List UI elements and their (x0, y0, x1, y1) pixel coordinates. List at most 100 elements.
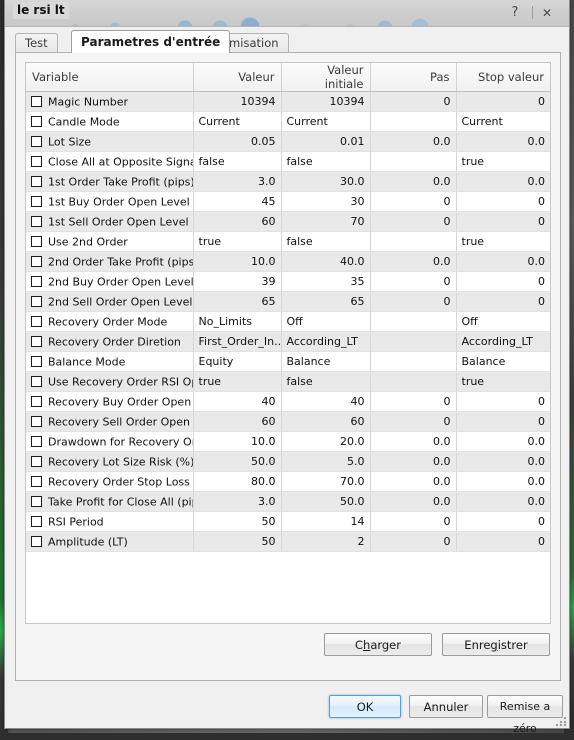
cell-pas[interactable] (370, 152, 456, 172)
cell-valeur[interactable]: 10394 (193, 92, 281, 112)
cell-pas[interactable]: 0 (370, 92, 456, 112)
cell-valeur-initiale[interactable]: false (281, 152, 370, 172)
row-checkbox[interactable] (31, 116, 42, 127)
cell-stop-valeur[interactable]: true (456, 152, 550, 172)
cell-pas[interactable] (370, 352, 456, 372)
cell-valeur[interactable]: true (193, 232, 281, 252)
cell-valeur[interactable]: false (193, 152, 281, 172)
cell-valeur[interactable]: 60 (193, 412, 281, 432)
cell-valeur-initiale[interactable]: 30.0 (281, 172, 370, 192)
table-row[interactable]: Close All at Opposite Signal ...falsefal… (26, 152, 550, 172)
cell-valeur-initiale[interactable]: Off (281, 312, 370, 332)
cell-pas[interactable]: 0 (370, 212, 456, 232)
window-titlebar[interactable]: le rsi lt ? ✕ (5, 0, 569, 27)
cell-valeur-initiale[interactable]: 70 (281, 212, 370, 232)
table-row[interactable]: 2nd Order Take Profit (pips)10.040.00.00… (26, 252, 550, 272)
row-checkbox[interactable] (31, 376, 42, 387)
cell-stop-valeur[interactable]: 0 (456, 412, 550, 432)
cell-stop-valeur[interactable]: Current (456, 112, 550, 132)
column-header-valeur-initiale[interactable]: Valeur initiale (281, 63, 370, 92)
cell-valeur[interactable]: 50 (193, 512, 281, 532)
cell-valeur[interactable]: 3.0 (193, 492, 281, 512)
cell-stop-valeur[interactable]: 0 (456, 512, 550, 532)
cell-valeur-initiale[interactable]: 10394 (281, 92, 370, 112)
row-checkbox[interactable] (31, 236, 42, 247)
cell-stop-valeur[interactable]: true (456, 232, 550, 252)
cell-valeur[interactable]: 0.05 (193, 132, 281, 152)
cell-pas[interactable]: 0 (370, 392, 456, 412)
cell-pas[interactable]: 0.0 (370, 172, 456, 192)
table-row[interactable]: Lot Size0.050.010.00.0 (26, 132, 550, 152)
row-checkbox[interactable] (31, 516, 42, 527)
cell-valeur[interactable]: 3.0 (193, 172, 281, 192)
cell-valeur[interactable]: First_Order_In... (193, 332, 281, 352)
cell-valeur-initiale[interactable]: 30 (281, 192, 370, 212)
table-row[interactable]: Use 2nd Ordertruefalsetrue (26, 232, 550, 252)
row-checkbox[interactable] (31, 436, 42, 447)
cell-pas[interactable]: 0 (370, 192, 456, 212)
row-checkbox[interactable] (31, 96, 42, 107)
table-row[interactable]: 1st Sell Order Open Level607000 (26, 212, 550, 232)
cell-pas[interactable] (370, 112, 456, 132)
cell-valeur-initiale[interactable]: 5.0 (281, 452, 370, 472)
cell-stop-valeur[interactable]: 0 (456, 392, 550, 412)
row-checkbox[interactable] (31, 256, 42, 267)
cell-stop-valeur[interactable]: 0 (456, 92, 550, 112)
cell-valeur-initiale[interactable]: 40 (281, 392, 370, 412)
table-row[interactable]: 1st Order Take Profit (pips)3.030.00.00.… (26, 172, 550, 192)
cell-stop-valeur[interactable]: 0.0 (456, 452, 550, 472)
table-row[interactable]: 2nd Sell Order Open Level656500 (26, 292, 550, 312)
row-checkbox[interactable] (31, 396, 42, 407)
cell-pas[interactable] (370, 312, 456, 332)
table-row[interactable]: Recovery Order ModeNo_LimitsOffOff (26, 312, 550, 332)
ok-button[interactable]: OK (329, 695, 401, 718)
cell-stop-valeur[interactable]: According_LT (456, 332, 550, 352)
cell-valeur[interactable]: Equity (193, 352, 281, 372)
table-row[interactable]: Recovery Buy Order Open L...404000 (26, 392, 550, 412)
cell-pas[interactable]: 0.0 (370, 132, 456, 152)
table-row[interactable]: Take Profit for Close All (pips)3.050.00… (26, 492, 550, 512)
cell-pas[interactable]: 0.0 (370, 492, 456, 512)
cell-valeur[interactable]: true (193, 372, 281, 392)
inputs-grid[interactable]: Variable Valeur Valeur initiale Pas Stop… (25, 62, 551, 624)
cell-stop-valeur[interactable]: Balance (456, 352, 550, 372)
row-checkbox[interactable] (31, 496, 42, 507)
cell-valeur[interactable]: 65 (193, 292, 281, 312)
cell-pas[interactable]: 0 (370, 272, 456, 292)
charger-button[interactable]: Charger (324, 633, 432, 656)
cell-stop-valeur[interactable]: 0.0 (456, 172, 550, 192)
reset-button[interactable]: Remise a zéro (487, 695, 563, 718)
table-row[interactable]: Balance ModeEquityBalanceBalance (26, 352, 550, 372)
column-header-valeur[interactable]: Valeur (193, 63, 281, 92)
help-question-icon[interactable]: ? (505, 4, 525, 22)
table-row[interactable]: Recovery Order DiretionFirst_Order_In...… (26, 332, 550, 352)
cell-pas[interactable]: 0.0 (370, 432, 456, 452)
cell-pas[interactable]: 0 (370, 532, 456, 552)
table-row[interactable]: Drawdown for Recovery Ord...10.020.00.00… (26, 432, 550, 452)
column-header-variable[interactable]: Variable (26, 63, 193, 92)
row-checkbox[interactable] (31, 536, 42, 547)
cell-valeur-initiale[interactable]: 2 (281, 532, 370, 552)
row-checkbox[interactable] (31, 156, 42, 167)
cell-pas[interactable]: 0.0 (370, 452, 456, 472)
cell-stop-valeur[interactable]: 0.0 (456, 132, 550, 152)
cell-valeur-initiale[interactable]: 40.0 (281, 252, 370, 272)
column-header-pas[interactable]: Pas (370, 63, 456, 92)
cell-stop-valeur[interactable]: 0 (456, 212, 550, 232)
cell-valeur-initiale[interactable]: 35 (281, 272, 370, 292)
row-checkbox[interactable] (31, 216, 42, 227)
cell-pas[interactable] (370, 332, 456, 352)
row-checkbox[interactable] (31, 476, 42, 487)
cell-valeur[interactable]: 60 (193, 212, 281, 232)
row-checkbox[interactable] (31, 176, 42, 187)
row-checkbox[interactable] (31, 276, 42, 287)
cell-valeur[interactable]: 50 (193, 532, 281, 552)
cell-valeur-initiale[interactable]: 20.0 (281, 432, 370, 452)
cell-pas[interactable]: 0 (370, 412, 456, 432)
cell-valeur[interactable]: 10.0 (193, 252, 281, 272)
close-x-icon[interactable]: ✕ (537, 4, 557, 22)
cell-valeur[interactable]: 40 (193, 392, 281, 412)
cell-valeur[interactable]: 45 (193, 192, 281, 212)
cell-valeur-initiale[interactable]: 0.01 (281, 132, 370, 152)
cell-pas[interactable]: 0.0 (370, 252, 456, 272)
